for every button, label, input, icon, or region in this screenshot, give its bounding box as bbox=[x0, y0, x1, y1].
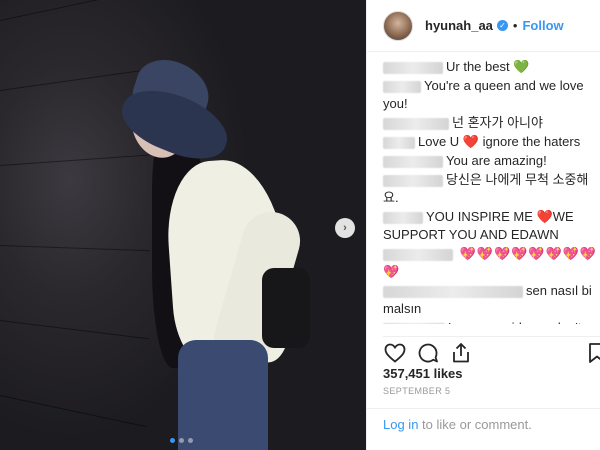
carousel-dot bbox=[179, 438, 184, 443]
avatar[interactable] bbox=[383, 10, 413, 41]
comment-item: You're a queen and we love you! bbox=[383, 77, 600, 113]
comments-list: Ur the best 💚 You're a queen and we love … bbox=[367, 52, 600, 324]
follow-button[interactable]: Follow bbox=[522, 18, 563, 33]
redacted-commenter bbox=[383, 61, 443, 74]
verified-badge-icon: ✓ bbox=[496, 20, 508, 31]
login-prompt: Log in to like or comment. bbox=[367, 408, 600, 450]
comment-item: Ur the best 💚 bbox=[383, 58, 600, 76]
comment-emoji: ❤️ bbox=[536, 209, 553, 224]
comment-item: sen nasıl bi malsın bbox=[383, 282, 600, 318]
redacted-commenter bbox=[383, 80, 421, 93]
comment-text: YOU INSPIRE ME bbox=[426, 209, 533, 224]
comment-text: Love U bbox=[418, 134, 460, 149]
likes-count[interactable]: 357,451 likes bbox=[383, 366, 463, 381]
redacted-commenter bbox=[383, 285, 523, 298]
share-icon[interactable] bbox=[449, 341, 473, 365]
bookmark-icon[interactable] bbox=[585, 341, 600, 365]
username-link[interactable]: hyunah_aa bbox=[425, 18, 493, 33]
post-photo[interactable]: › bbox=[0, 0, 366, 450]
header-separator: • bbox=[512, 18, 518, 33]
comment-item: 💖💖💖💖💖💖💖💖💖 bbox=[383, 245, 600, 281]
redacted-commenter bbox=[383, 155, 443, 168]
post-sidebar: hyunah_aa ✓ • Follow Ur the best 💚 You're… bbox=[366, 0, 600, 450]
redacted-commenter bbox=[383, 136, 415, 149]
redacted-commenter bbox=[383, 322, 445, 324]
redacted-commenter bbox=[383, 211, 423, 224]
comment-text: Ur the best bbox=[446, 59, 510, 74]
comment-text: 넌 혼자가 아니야 bbox=[452, 115, 543, 130]
comment-item: Love U ❤️ ignore the haters bbox=[383, 133, 600, 151]
heart-icon[interactable] bbox=[383, 341, 407, 365]
carousel-indicator bbox=[170, 438, 193, 443]
comment-item: You are amazing! bbox=[383, 152, 600, 170]
redacted-commenter bbox=[383, 117, 449, 130]
action-bar bbox=[383, 336, 600, 366]
carousel-dot bbox=[188, 438, 193, 443]
comment-item: 넌 혼자가 아니야 bbox=[383, 114, 600, 132]
photo-subject bbox=[0, 0, 366, 450]
redacted-commenter bbox=[383, 174, 443, 187]
comment-text: ignore the haters bbox=[479, 134, 581, 149]
comment-item: YOU INSPIRE ME ❤️WE SUPPORT YOU AND EDAW… bbox=[383, 208, 600, 244]
comment-emoji: ❤️ bbox=[462, 134, 480, 149]
redacted-commenter bbox=[383, 248, 453, 261]
post-date: SEPTEMBER 5 bbox=[383, 386, 451, 396]
login-link[interactable]: Log in bbox=[383, 417, 418, 432]
comment-item: Love you girl, you don't deserve this bu… bbox=[383, 319, 600, 324]
login-prompt-text: to like or comment. bbox=[418, 417, 532, 432]
comment-text: You are amazing! bbox=[446, 153, 547, 168]
comment-item: 당신은 나에게 무척 소중해요. bbox=[383, 171, 600, 207]
carousel-next-icon[interactable]: › bbox=[335, 218, 355, 238]
comment-emoji: 💚 bbox=[513, 59, 530, 74]
post-header: hyunah_aa ✓ • Follow bbox=[367, 0, 600, 52]
carousel-dot bbox=[170, 438, 175, 443]
comment-icon[interactable] bbox=[416, 341, 440, 365]
